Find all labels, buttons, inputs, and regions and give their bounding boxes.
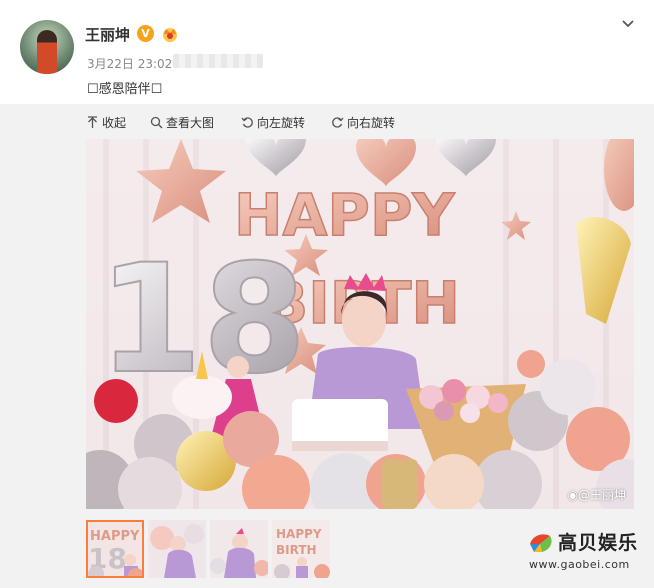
avatar[interactable] [20,20,74,74]
view-large-button[interactable]: 查看大图 [150,114,214,131]
post-text: ☐感恩陪伴☐ [87,82,163,97]
brand-site: www.gaobei.com [529,558,630,571]
chevron-down-icon[interactable] [618,14,638,34]
weibo-post-card: 王丽坤 V 3月22日 23:02 ☐感恩陪伴☐ 收起 查看大图 向左旋转 向右… [0,0,654,588]
collapse-button[interactable]: 收起 [86,114,126,131]
crown-icon [163,28,177,42]
collapse-icon [88,116,97,128]
photo-watermark: ◉@王丽坤 [567,488,627,502]
svg-text:BIRTH: BIRTH [276,543,317,557]
verified-icon: V [137,25,154,42]
author-name[interactable]: 王丽坤 [85,24,130,45]
rotate-right-icon [332,117,344,128]
logo-mark-icon [530,534,552,552]
thumbnail-4[interactable]: HAPPY BIRTH [272,520,330,578]
search-icon [150,116,163,129]
post-photo[interactable]: HAPPY BIRTH 18 [86,139,634,509]
svg-text:HAPPY: HAPPY [276,527,322,541]
thumbnail-1[interactable]: HAPPY 18 [86,520,144,578]
site-logo: 高贝娱乐 www.gaobei.com [526,528,646,574]
thumbnail-3[interactable] [210,520,268,578]
post-header: 王丽坤 V 3月22日 23:02 ☐感恩陪伴☐ [0,0,654,104]
image-toolbar: 收起 查看大图 向左旋转 向右旋转 [0,108,654,134]
view-large-label: 查看大图 [166,116,215,130]
rotate-right-label: 向右旋转 [347,116,396,130]
rotate-left-button[interactable]: 向左旋转 [241,114,305,131]
rotate-right-button[interactable]: 向右旋转 [331,114,395,131]
birthday-photo-illustration: HAPPY BIRTH 18 [86,139,634,509]
rotate-left-label: 向左旋转 [257,116,306,130]
brand-name: 高贝娱乐 [558,532,639,554]
post-source-blurred [173,54,263,68]
rotate-left-icon [241,117,253,128]
collapse-label: 收起 [102,116,127,130]
weibo-icon: ◉ [567,488,578,502]
post-date[interactable]: 3月22日 23:02 [87,55,172,72]
thumbnail-2[interactable] [148,520,206,578]
